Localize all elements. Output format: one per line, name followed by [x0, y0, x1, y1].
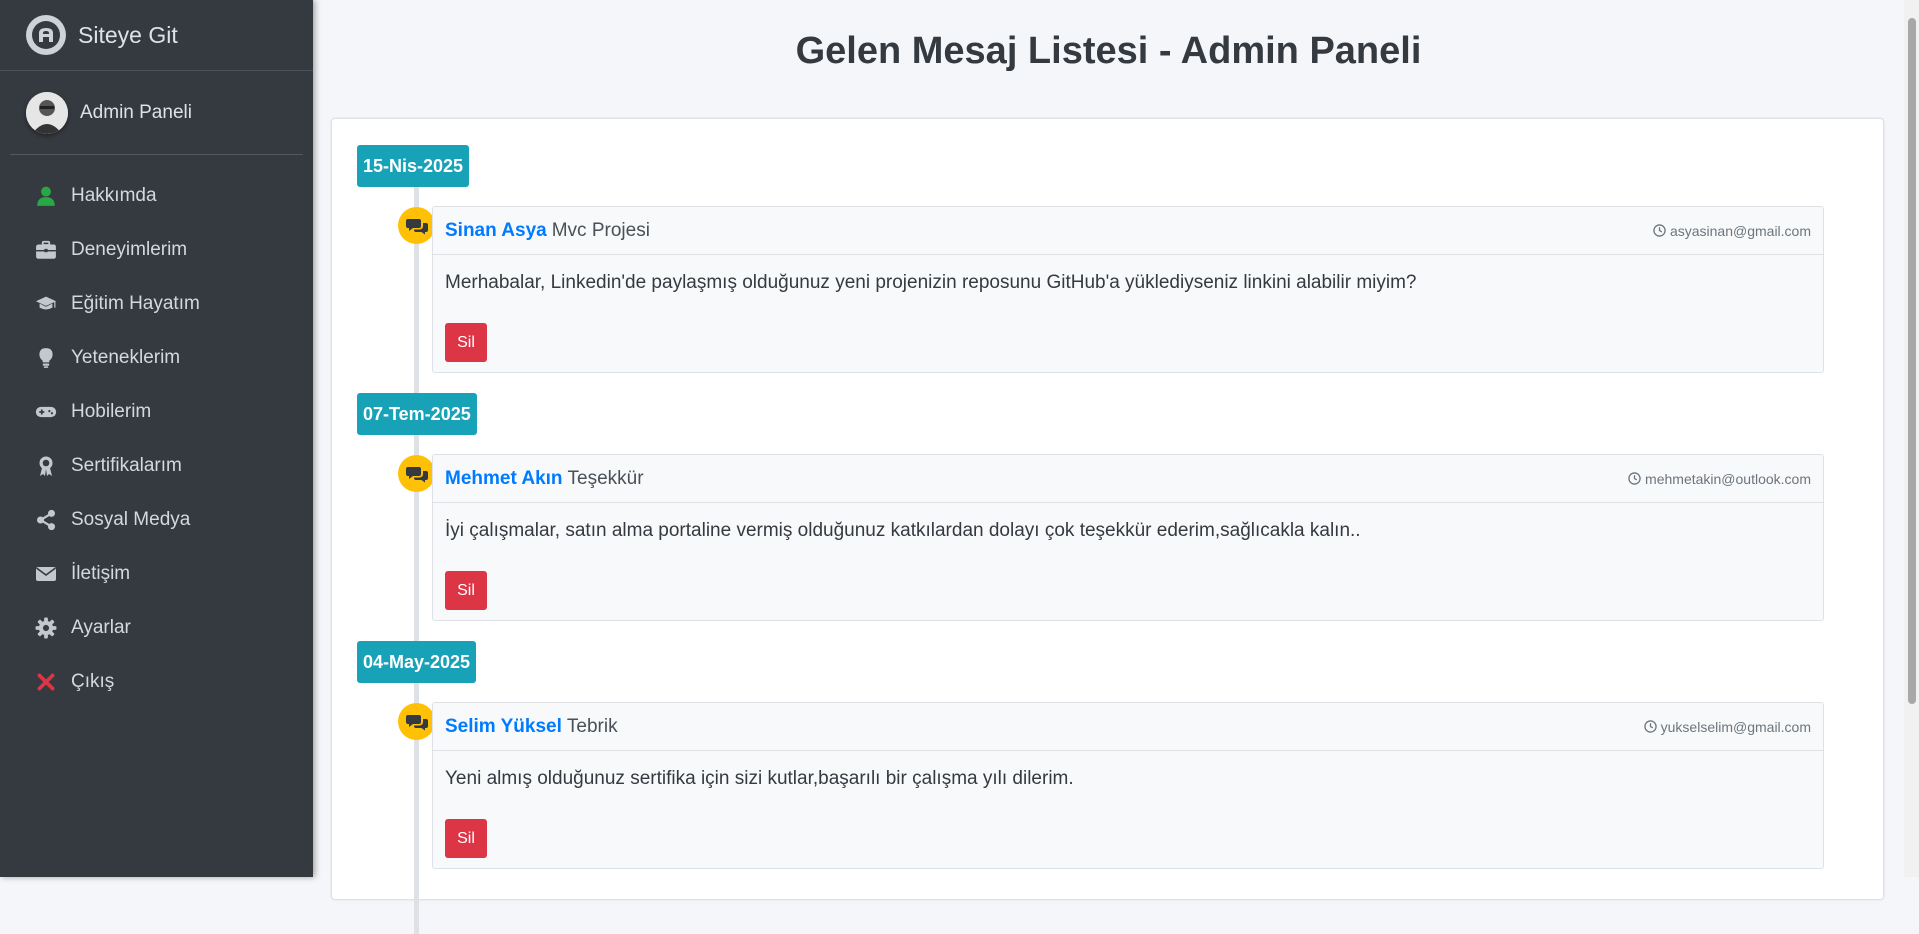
- close-icon: [32, 671, 60, 693]
- message-header: Selim Yüksel Tebrik yukselselim@gmail.co…: [433, 703, 1823, 751]
- message-timeline-card: 15-Nis-2025 Sinan Asya Mvc Projesi asyas…: [331, 118, 1884, 934]
- sidebar-nav: Hakkımda Deneyimlerim Eğitim Hayatım Yet…: [0, 155, 313, 709]
- date-label: 15-Nis-2025: [357, 145, 470, 187]
- timeline-line: [414, 174, 419, 934]
- sidebar-item-label: Hakkımda: [71, 185, 157, 206]
- user-panel[interactable]: Admin Paneli: [10, 71, 303, 155]
- sidebar-item-deneyimlerim[interactable]: Deneyimlerim: [0, 223, 313, 277]
- scrollbar-thumb[interactable]: [1908, 18, 1916, 704]
- sidebar-item-label: Hobilerim: [71, 401, 152, 422]
- page-title: Gelen Mesaj Listesi - Admin Paneli: [795, 30, 1422, 72]
- sidebar-item-hobilerim[interactable]: Hobilerim: [0, 385, 313, 439]
- brand-logo-icon: [26, 15, 66, 55]
- sidebar-item-label: Yeteneklerim: [71, 347, 181, 368]
- sidebar-item-egitim[interactable]: Eğitim Hayatım: [0, 277, 313, 331]
- main-content: Gelen Mesaj Listesi - Admin Paneli 15-Ni…: [313, 0, 1904, 934]
- message-subject: Mvc Projesi: [551, 219, 650, 241]
- email-text: asyasinan@gmail.com: [1669, 222, 1811, 239]
- message-header: Mehmet Akın Teşekkür mehmetakin@outlook.…: [433, 455, 1823, 503]
- delete-button[interactable]: Sil: [445, 323, 487, 362]
- avatar: [26, 91, 68, 134]
- message-email: yukselselim@gmail.com: [1643, 718, 1811, 735]
- sidebar-item-label: Çıkış: [71, 671, 115, 692]
- user-name: Admin Paneli: [80, 101, 192, 123]
- sidebar: Siteye Git Admin Paneli Hakkımda Deneyim…: [0, 0, 313, 877]
- sidebar-item-label: Sosyal Medya: [71, 509, 191, 530]
- date-label: 07-Tem-2025: [357, 393, 477, 435]
- message-item: Sinan Asya Mvc Projesi asyasinan@gmail.c…: [432, 206, 1824, 373]
- brand-text: Siteye Git: [78, 21, 178, 48]
- message-subject: Teşekkür: [567, 467, 644, 489]
- envelope-icon: [32, 563, 60, 585]
- message-body: Merhabalar, Linkedin'de paylaşmış olduğu…: [445, 272, 1417, 293]
- clock-icon: [1628, 472, 1641, 485]
- gamepad-icon: [32, 401, 60, 423]
- gear-icon: [32, 617, 60, 639]
- sidebar-item-sosyal-medya[interactable]: Sosyal Medya: [0, 493, 313, 547]
- briefcase-icon: [32, 239, 60, 261]
- delete-button[interactable]: Sil: [445, 819, 487, 858]
- sidebar-item-sertifikalarim[interactable]: Sertifikalarım: [0, 439, 313, 493]
- message-email: mehmetakin@outlook.com: [1628, 471, 1811, 487]
- clock-icon: [1643, 720, 1657, 733]
- message-item: Selim Yüksel Tebrik yukselselim@gmail.co…: [432, 702, 1824, 869]
- sidebar-item-label: Deneyimlerim: [71, 239, 188, 260]
- message-subject: Tebrik: [566, 715, 618, 737]
- email-text: yukselselim@gmail.com: [1660, 718, 1811, 735]
- sidebar-item-iletisim[interactable]: İletişim: [0, 547, 313, 601]
- sidebar-item-cikis[interactable]: Çıkış: [0, 655, 313, 709]
- sidebar-item-label: Eğitim Hayatım: [71, 293, 200, 314]
- comments-icon: [398, 207, 435, 244]
- sender-name: Selim Yüksel: [445, 715, 562, 737]
- message-body: İyi çalışmalar, satın alma portaline ver…: [445, 520, 1361, 541]
- sidebar-item-hakkimda[interactable]: Hakkımda: [0, 169, 313, 223]
- scrollbar[interactable]: [1904, 0, 1919, 877]
- graduation-cap-icon: [32, 293, 60, 315]
- sidebar-item-label: İletişim: [71, 563, 131, 584]
- share-icon: [32, 509, 60, 531]
- brand-link[interactable]: Siteye Git: [0, 0, 313, 71]
- message-email: asyasinan@gmail.com: [1653, 223, 1811, 239]
- sender-name: Mehmet Akın: [445, 467, 563, 489]
- message-header: Sinan Asya Mvc Projesi asyasinan@gmail.c…: [433, 207, 1823, 255]
- sidebar-item-label: Ayarlar: [71, 617, 131, 638]
- sidebar-item-yeteneklerim[interactable]: Yeteneklerim: [0, 331, 313, 385]
- lightbulb-icon: [32, 347, 60, 369]
- date-label: 04-May-2025: [357, 641, 477, 683]
- clock-icon: [1653, 224, 1666, 237]
- award-icon: [32, 455, 60, 477]
- comments-icon: [398, 703, 435, 740]
- sidebar-item-label: Sertifikalarım: [71, 455, 182, 476]
- message-body: Yeni almış olduğunuz sertifika için sizi…: [445, 768, 1074, 789]
- message-item: Mehmet Akın Teşekkür mehmetakin@outlook.…: [432, 454, 1824, 621]
- delete-button[interactable]: Sil: [445, 571, 487, 610]
- comments-icon: [398, 455, 435, 492]
- sender-name: Sinan Asya: [445, 219, 547, 241]
- email-text: mehmetakin@outlook.com: [1645, 470, 1811, 487]
- user-icon: [32, 185, 60, 207]
- sidebar-item-ayarlar[interactable]: Ayarlar: [0, 601, 313, 655]
